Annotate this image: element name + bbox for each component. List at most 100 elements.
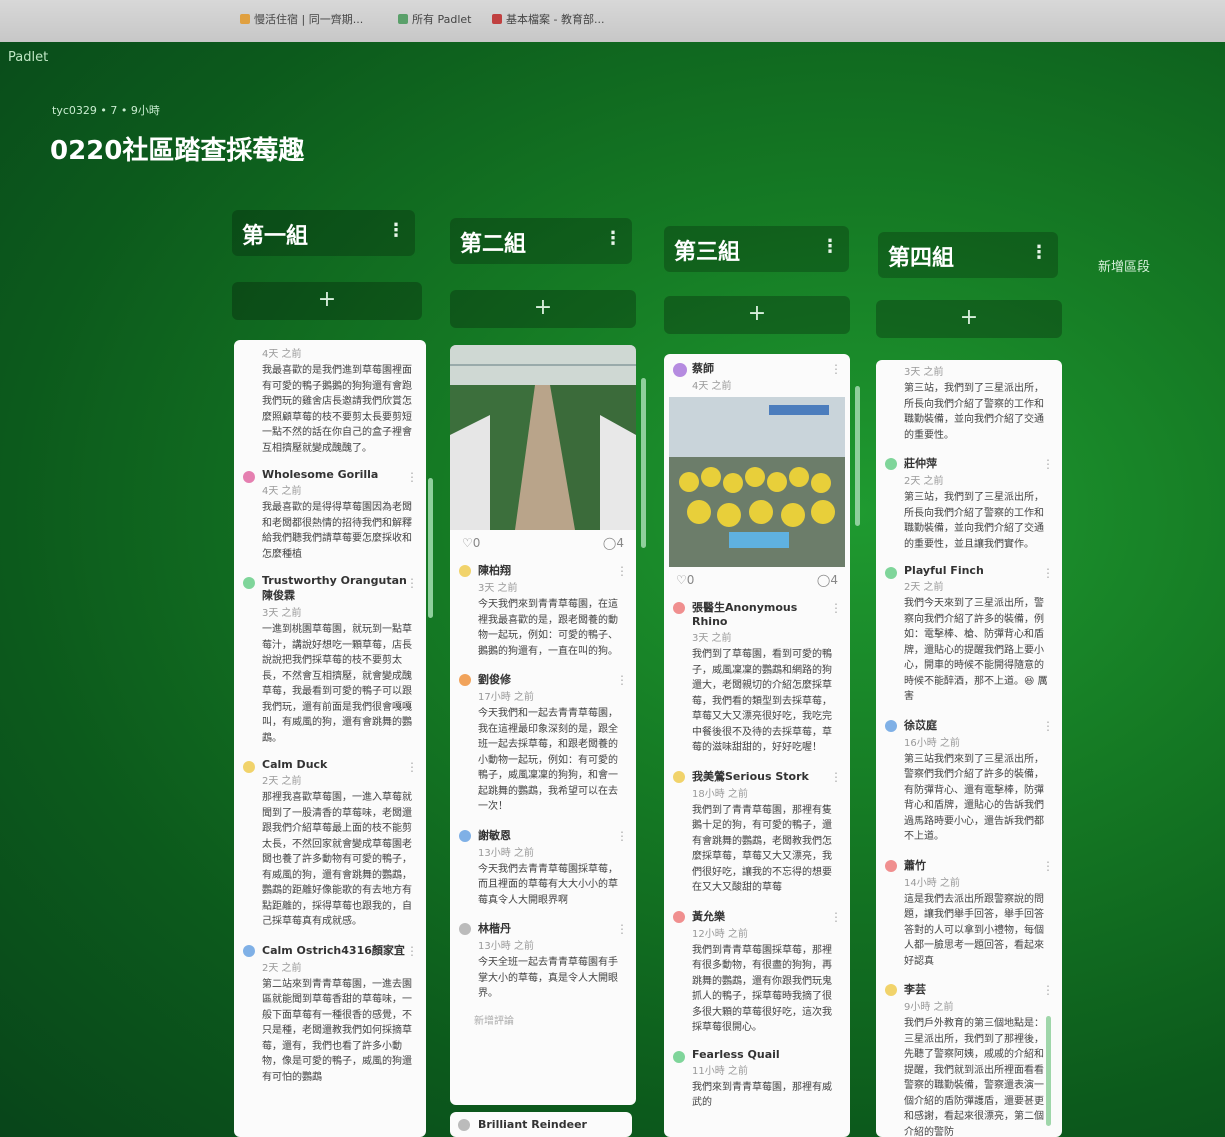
scrollbar-col1[interactable]	[428, 478, 433, 618]
more-options-icon[interactable]: ⋮	[1042, 457, 1054, 471]
add-post-button-2[interactable]: +	[450, 290, 636, 328]
post-author: Brilliant Reindeer	[478, 1118, 587, 1131]
post-author: Trustworthy Orangutan陳俊霖	[262, 574, 407, 602]
post-card[interactable]: 蕭竹 14小時 之前 這是我們去派出所跟警察說的問題，讓我們舉手回答，舉手回答答…	[876, 851, 1062, 976]
post-body: 今天我們去青青草莓園採草莓，而且裡面的草莓有大大小小的草莓真令人大開眼界啊	[478, 863, 618, 906]
post-time: 3天 之前	[904, 367, 944, 378]
like-count[interactable]: ♡0	[676, 573, 694, 587]
post-body: 我最喜歡的是得得草莓園因為老闆和老闆都很熱情的招待我們和解釋給我們聽我們請草莓要…	[262, 502, 412, 560]
column-3-posts: 蔡師 4天 之前 ⋮ ♡0 ◯4 張醫生Anonymous Rhino 3天 之…	[664, 354, 850, 1137]
add-post-button-3[interactable]: +	[664, 296, 850, 334]
more-options-icon[interactable]: ⋮	[616, 564, 628, 578]
more-options-icon[interactable]: ⋮	[616, 829, 628, 843]
app-name[interactable]: Padlet	[8, 50, 48, 65]
avatar	[885, 458, 897, 470]
post-time: 16小時 之前	[904, 737, 960, 749]
post-time: 2天 之前	[904, 582, 944, 593]
post-card[interactable]: Trustworthy Orangutan陳俊霖 3天 之前 一進到桃園草莓園，…	[234, 568, 426, 752]
add-comment-field[interactable]: 新增評論	[450, 1008, 636, 1037]
post-card[interactable]: Calm Ostrich4316顏家宜 2天 之前 第二站來到青青草莓園，一進去…	[234, 936, 426, 1092]
bookmark-3[interactable]: 基本檔案 - 教育部...	[492, 11, 604, 27]
more-options-icon[interactable]: ⋮	[1042, 719, 1054, 733]
post-time: 3天 之前	[692, 633, 732, 644]
more-options-icon[interactable]: ⋮	[406, 760, 418, 774]
bookmark-1[interactable]: 慢活住宿 | 同一齊期...	[240, 11, 363, 27]
post-card[interactable]: 林楷丹 13小時 之前 今天全班一起去青青草莓園有手掌大小的草莓，真是令人大開眼…	[450, 914, 636, 1008]
group-photo[interactable]	[669, 397, 845, 567]
post-time: 4天 之前	[262, 349, 302, 360]
post-time: 12小時 之前	[692, 928, 748, 940]
column-header-4[interactable]: 第四組 ⋮	[878, 232, 1058, 278]
more-options-icon[interactable]: ⋮	[1042, 983, 1054, 997]
post-card[interactable]: Playful Finch 2天 之前 我們今天來到了三星派出所，警察向我們介紹…	[876, 558, 1062, 711]
post-time: 17小時 之前	[478, 692, 534, 703]
column-header-1[interactable]: 第一組 ⋮	[232, 210, 415, 256]
more-options-icon[interactable]: ⋮	[616, 673, 628, 687]
more-options-icon[interactable]: ⋮	[1042, 859, 1054, 873]
more-options-icon[interactable]: ⋮	[616, 922, 628, 936]
post-body: 我們戶外教育的第三個地點是：三星派出所，我們到了那裡後，先聽了警察阿姨，戚戚的介…	[904, 1018, 1044, 1137]
post-card[interactable]: 李芸 9小時 之前 我們戶外教育的第三個地點是：三星派出所，我們到了那裡後，先聽…	[876, 975, 1062, 1137]
post-card[interactable]: Wholesome Gorilla 4天 之前 我最喜歡的是得得草莓園因為老闆和…	[234, 462, 426, 568]
post-card[interactable]: 黃允樂 12小時 之前 我們到青青草莓園採草莓，那裡有很多動物，有很盡的狗狗，再…	[664, 902, 850, 1042]
add-post-button-1[interactable]: +	[232, 282, 422, 320]
post-author: 謝敏恩	[478, 828, 511, 842]
post-card[interactable]: 謝敏恩 13小時 之前 今天我們去青青草莓園採草莓，而且裡面的草莓有大大小小的草…	[450, 821, 636, 915]
comment-count[interactable]: ◯4	[603, 536, 624, 550]
column-header-3[interactable]: 第三組 ⋮	[664, 226, 849, 272]
post-body: 那裡我喜歡草莓園，一進入草莓就聞到了一股清香的草莓味，老闆還跟我們介紹草莓最上面…	[262, 792, 412, 927]
post-author: 李芸	[904, 983, 926, 996]
more-options-icon[interactable]: ⋮	[830, 910, 842, 924]
post-time: 14小時 之前	[904, 877, 960, 889]
bookmark-2[interactable]: 所有 Padlet	[398, 11, 472, 27]
more-options-icon[interactable]: ⋮	[387, 220, 405, 241]
more-options-icon[interactable]: ⋮	[1042, 566, 1054, 580]
more-options-icon[interactable]: ⋮	[821, 236, 839, 257]
post-author: 劉俊修	[478, 673, 511, 686]
post-body: 今天全班一起去青青草莓園有手掌大小的草莓，真是令人大開眼界。	[478, 957, 618, 999]
post-card[interactable]: 莊仲萍 2天 之前 第三站，我們到了三星派出所，所長向我們介紹了警察的工作和職勤…	[876, 449, 1062, 558]
board-title: 0220社區踏查採莓趣	[50, 136, 305, 166]
post-card[interactable]: 劉俊修 17小時 之前 今天我們和一起去青青草莓園，我在這裡最印象深刻的是，跟全…	[450, 665, 636, 821]
reactions-bar: ♡0 ◯4	[664, 567, 850, 593]
scrollbar-col3[interactable]	[855, 386, 860, 526]
more-options-icon[interactable]: ⋮	[406, 944, 418, 958]
more-options-icon[interactable]: ⋮	[1030, 242, 1048, 263]
scrollbar-col2[interactable]	[641, 378, 646, 548]
post-card[interactable]: 張醫生Anonymous Rhino 3天 之前 我們到了草莓園，看到可愛的鴨子…	[664, 593, 850, 762]
avatar	[885, 719, 897, 732]
more-options-icon[interactable]: ⋮	[830, 770, 842, 784]
add-post-button-4[interactable]: +	[876, 300, 1062, 338]
more-options-icon[interactable]: ⋮	[406, 576, 418, 590]
column-header-2[interactable]: 第二組 ⋮	[450, 218, 632, 264]
post-card[interactable]: 3天 之前 第三站，我們到了三星派出所，所長向我們介紹了警察的工作和職勤裝備，並…	[876, 360, 1062, 449]
comment-count[interactable]: ◯4	[817, 573, 838, 587]
post-card[interactable]: Calm Duck 2天 之前 那裡我喜歡草莓園，一進入草莓就聞到了一股清香的草…	[234, 752, 426, 936]
avatar	[459, 923, 471, 935]
more-options-icon[interactable]: ⋮	[830, 362, 842, 376]
new-section-button[interactable]: 新增區段	[1098, 256, 1150, 275]
next-post-card[interactable]: Brilliant Reindeer	[450, 1112, 632, 1137]
post-author: Wholesome Gorilla	[262, 468, 379, 481]
more-options-icon[interactable]: ⋮	[604, 228, 622, 249]
post-body: 這是我們去派出所跟警察說的問題，讓我們舉手回答，舉手回答答對的人可以拿到小禮物，…	[904, 893, 1044, 967]
more-options-icon[interactable]: ⋮	[406, 470, 418, 484]
like-count[interactable]: ♡0	[462, 536, 480, 550]
scrollbar-col4[interactable]	[1046, 1016, 1051, 1126]
avatar	[885, 859, 897, 872]
post-author: 張醫生Anonymous Rhino	[692, 601, 798, 628]
post-time: 4天 之前	[262, 486, 302, 497]
more-options-icon[interactable]: ⋮	[830, 601, 842, 615]
greenhouse-photo[interactable]	[450, 345, 636, 530]
post-card[interactable]: 4天 之前 我最喜歡的是我們進到草莓園裡面有可愛的鴨子鵝鵝的狗狗還有會跑我們玩的…	[234, 340, 426, 462]
avatar	[458, 1119, 470, 1131]
post-time: 2天 之前	[904, 476, 944, 487]
post-card[interactable]: 徐苡庭 16小時 之前 第三站我們來到了三星派出所，警察們我們介紹了許多的裝備，…	[876, 711, 1062, 851]
post-card[interactable]: 我美鶯Serious Stork 18小時 之前 我們到了青青草莓園，那裡有隻鵝…	[664, 762, 850, 902]
post-card[interactable]: 蔡師 4天 之前 ⋮	[664, 354, 850, 397]
post-card[interactable]: 陳柏翔 3天 之前 今天我們來到青青草莓園，在這裡我最喜歡的是，跟老闆養的動物一…	[450, 556, 636, 665]
post-card[interactable]: Fearless Quail 11小時 之前 我們來到青青草莓園，那裡有威武的	[664, 1042, 850, 1117]
greenhouse-image	[450, 345, 636, 530]
post-body: 今天我們來到青青草莓園，在這裡我最喜歡的是，跟老闆養的動物一起玩，例如：可愛的鴨…	[478, 599, 618, 657]
post-author: 莊仲萍	[904, 457, 937, 470]
